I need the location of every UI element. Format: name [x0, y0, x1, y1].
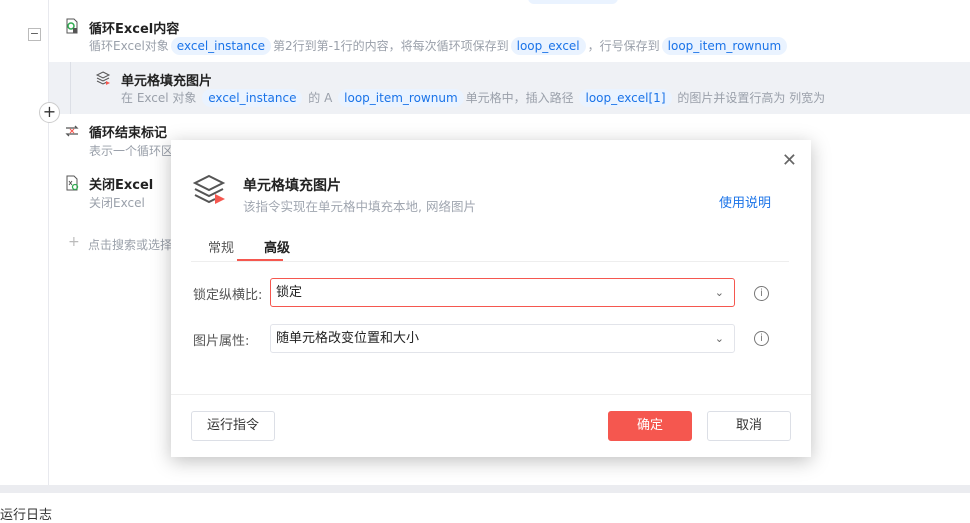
footer-divider	[171, 394, 811, 395]
step-title[interactable]: 关闭Excel	[89, 174, 153, 193]
close-icon[interactable]: ✕	[782, 150, 797, 171]
step-description: 关闭Excel	[89, 196, 145, 210]
variable-chip: loop_item_rownum	[338, 89, 464, 107]
chevron-down-icon: ⌄	[714, 286, 724, 299]
info-icon[interactable]: i	[754, 331, 769, 346]
chevron-down-icon: ⌄	[714, 332, 724, 345]
lock-aspect-label: 锁定纵横比:	[193, 288, 263, 303]
desc-text: ，行号保存到	[587, 39, 660, 53]
add-step-search[interactable]: 点击搜索或选择	[88, 236, 172, 253]
desc-text: 循环Excel对象	[89, 39, 169, 53]
confirm-button[interactable]: 确定	[608, 411, 692, 441]
add-step-button[interactable]: +	[39, 102, 60, 123]
run-command-button[interactable]: 运行指令	[191, 411, 275, 441]
step-title[interactable]: 循环Excel内容	[89, 18, 179, 37]
layers-image-icon	[95, 70, 111, 89]
desc-text: 第2行到第-1行的内容，将每次循环项保存到	[273, 39, 509, 53]
help-link[interactable]: 使用说明	[719, 192, 771, 211]
close-excel-icon	[64, 175, 80, 194]
desc-text: 单元格中，插入路径	[465, 91, 574, 105]
lock-aspect-select[interactable]: 锁定 ⌄	[270, 278, 735, 307]
variable-chip: excel_instance	[202, 89, 303, 107]
desc-text: 的 A	[308, 91, 333, 105]
variable-chip-partial	[528, 0, 618, 4]
log-panel-title: 运行日志	[0, 508, 53, 523]
desc-text: 在 Excel 对象	[121, 91, 197, 105]
active-tab-indicator	[237, 259, 283, 261]
loop-end-icon	[64, 123, 80, 142]
step-description: 在 Excel 对象 excel_instance 的 A loop_item_…	[121, 89, 825, 107]
tab-advanced[interactable]: 高级	[264, 237, 290, 256]
select-value: 随单元格改变位置和大小	[276, 331, 420, 346]
step-title[interactable]: 单元格填充图片	[121, 70, 212, 89]
step-description: 表示一个循环区	[89, 144, 174, 158]
step-title[interactable]: 循环结束标记	[89, 122, 167, 141]
tab-divider	[191, 261, 789, 262]
cancel-button[interactable]: 取消	[707, 411, 791, 441]
collapse-button[interactable]: −	[28, 28, 41, 41]
command-dialog: ✕ 单元格填充图片 该指令实现在单元格中填充本地, 网络图片 使用说明 常规 高…	[171, 140, 811, 457]
select-value: 锁定	[276, 285, 303, 300]
step-description: 循环Excel对象 excel_instance 第2行到第-1行的内容，将每次循环…	[89, 37, 789, 55]
info-icon[interactable]: i	[754, 286, 769, 301]
nest-line	[70, 62, 71, 114]
variable-chip: loop_excel[1]	[579, 89, 672, 107]
add-icon: +	[68, 234, 80, 250]
excel-loop-icon	[64, 18, 80, 37]
desc-text: 的图片并设置行高为 列宽为	[677, 91, 826, 105]
tab-general[interactable]: 常规	[208, 237, 234, 256]
image-property-select[interactable]: 随单元格改变位置和大小 ⌄	[270, 324, 735, 353]
variable-chip: excel_instance	[170, 37, 272, 55]
image-property-label: 图片属性:	[193, 334, 250, 349]
variable-chip: loop_item_rownum	[661, 37, 788, 55]
dialog-subtitle: 该指令实现在单元格中填充本地, 网络图片	[243, 199, 476, 214]
variable-chip: loop_excel	[510, 37, 586, 55]
layers-image-icon	[192, 174, 229, 209]
panel-divider[interactable]	[0, 485, 970, 493]
dialog-title: 单元格填充图片	[243, 178, 341, 194]
